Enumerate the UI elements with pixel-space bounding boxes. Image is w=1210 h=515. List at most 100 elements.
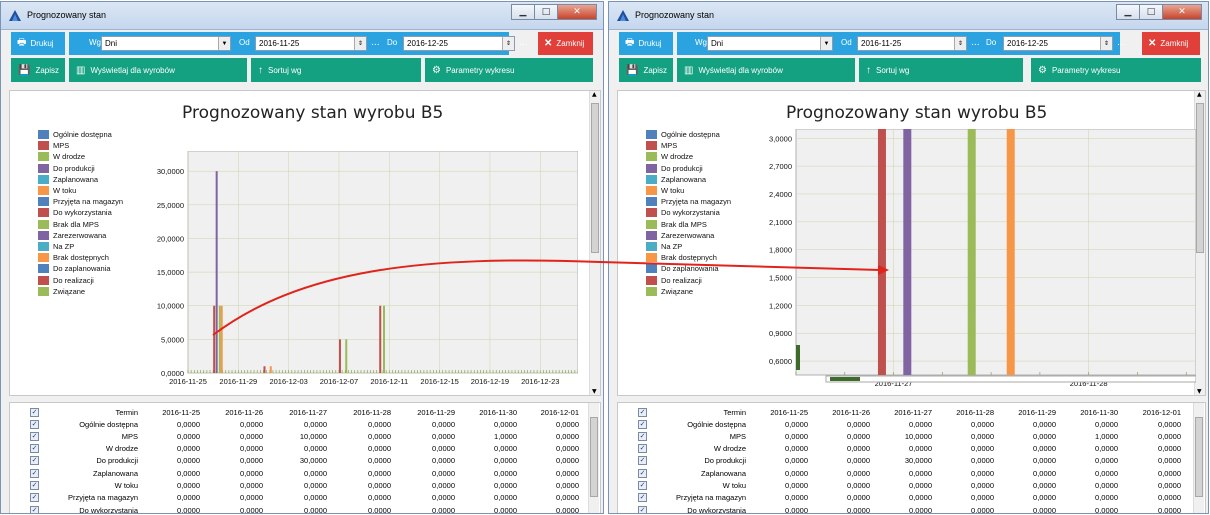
od-date-input[interactable]: 2016-11-25 ⇕ [255, 36, 367, 51]
x-tick-label: 2016-12-15 [420, 377, 458, 386]
do-browse-button[interactable]: ... [1117, 38, 1126, 48]
bar [213, 305, 216, 373]
table-cell: 0,0000 [785, 468, 808, 478]
table-cell: 0,0000 [304, 444, 327, 454]
table-row: ✓ Zaplanowana 0,0000 0,0000 0,0000 0,0000 0,00… [618, 467, 1192, 479]
scrollbar-thumb[interactable] [1195, 417, 1203, 497]
table-cell: 0,0000 [368, 468, 391, 478]
close-button[interactable]: ✕ Zamknij [538, 32, 593, 55]
table-row: ✓ W drodze 0,0000 0,0000 0,0000 0,0000 0,0000 0… [618, 443, 1192, 455]
spinner-icon[interactable]: ⇕ [954, 37, 966, 50]
close-window-button[interactable]: ✕ [557, 4, 597, 20]
header-checkbox[interactable]: ✓ [638, 407, 647, 417]
show-products-button[interactable]: ▥ Wyświetlaj dla wyrobów [69, 58, 247, 82]
minimize-button[interactable]: ▁ [511, 4, 535, 20]
table-cell: 0,0000 [556, 431, 579, 441]
save-button[interactable]: 💾 Zapisz [11, 58, 65, 82]
table-row: ✓ Przyjęta na magazyn 0,0000 0,0000 0,0000 0,… [10, 492, 587, 504]
legend-item: Zaplanowana [646, 174, 731, 185]
od-browse-button[interactable]: ... [971, 38, 980, 48]
table-cell: 0,0000 [304, 493, 327, 503]
save-label: Zapisz [643, 65, 668, 75]
wg-select[interactable]: Dni ▼ [101, 36, 231, 51]
table-cell: 0,0000 [1033, 444, 1056, 454]
legend-swatch [646, 152, 657, 162]
table-cell: 0,0000 [368, 456, 391, 466]
hscroll-thumb[interactable] [830, 377, 860, 381]
close-icon: ✕ [1148, 38, 1157, 49]
print-button[interactable]: 🖶 Drukuj [619, 32, 673, 55]
sort-button[interactable]: ↑ Sortuj wg [859, 58, 1023, 82]
maximize-button[interactable]: □ [534, 4, 558, 20]
x-tick-label: 2016-12-03 [269, 377, 307, 386]
od-date-input[interactable]: 2016-11-25 ⇕ [857, 36, 967, 51]
scroll-down-icon[interactable]: ▼ [1197, 388, 1202, 395]
table-cell: 0,0000 [556, 444, 579, 454]
table-scrollbar[interactable] [588, 403, 599, 513]
table-cell: 0,0000 [1158, 444, 1181, 454]
header-checkbox[interactable]: ✓ [30, 407, 39, 417]
chart-scrollbar[interactable]: ▲ ▼ [589, 91, 600, 395]
table-cell: 0,0000 [1033, 493, 1056, 503]
vscroll-thumb[interactable] [796, 345, 800, 370]
spinner-icon[interactable]: ⇕ [1100, 37, 1112, 50]
scroll-up-icon[interactable]: ▲ [592, 91, 597, 98]
table-cell: 0,0000 [971, 468, 994, 478]
close-button[interactable]: ✕ Zamknij [1142, 32, 1200, 55]
legend-swatch [646, 141, 657, 151]
spinner-icon[interactable]: ⇕ [354, 37, 366, 50]
table-cell: 0,0000 [177, 444, 200, 454]
close-label: Zamknij [556, 39, 585, 48]
do-date-input[interactable]: 2016-12-25 ⇕ [403, 36, 515, 51]
chart-params-button[interactable]: ⚙ Parametry wykresu [425, 58, 593, 82]
chart-legend: Ogólnie dostępna MPS W drodze Do produkcji Z… [38, 129, 123, 297]
chevron-down-icon[interactable]: ▼ [820, 37, 832, 50]
spinner-icon[interactable]: ⇕ [502, 37, 514, 50]
maximize-button[interactable]: □ [1139, 4, 1163, 20]
table-cell: 0,0000 [432, 481, 455, 490]
legend-item: W toku [646, 185, 731, 196]
save-button[interactable]: 💾 Zapisz [619, 58, 673, 82]
close-window-button[interactable]: ✕ [1162, 4, 1202, 20]
legend-swatch [646, 286, 657, 296]
table-cell: 0,0000 [785, 481, 808, 490]
table-cell: 0,0000 [1158, 456, 1181, 466]
app-logo-icon [9, 10, 21, 21]
chevron-down-icon[interactable]: ▼ [218, 37, 230, 50]
print-button[interactable]: 🖶 Drukuj [11, 32, 65, 55]
wg-select[interactable]: Dni ▼ [707, 36, 833, 51]
scroll-down-icon[interactable]: ▼ [592, 388, 597, 395]
column-header: 2016-11-25 [162, 407, 200, 417]
row-name: W toku [722, 481, 746, 490]
od-browse-button[interactable]: ... [371, 38, 380, 48]
legend-item: Do produkcji [38, 163, 123, 174]
table-cell: 0,0000 [1033, 481, 1056, 490]
sort-label: Sortuj wg [268, 65, 302, 75]
scroll-up-icon[interactable]: ▲ [1197, 91, 1202, 98]
column-header: 2016-11-27 [289, 407, 327, 417]
do-date-input[interactable]: 2016-12-25 ⇕ [1003, 36, 1113, 51]
scrollbar-thumb[interactable] [590, 417, 598, 497]
table-cell: 0,0000 [971, 431, 994, 441]
table-cell: 0,0000 [971, 444, 994, 454]
bar [220, 305, 223, 373]
table-cell: 0,0000 [1033, 505, 1056, 514]
show-products-button[interactable]: ▥ Wyświetlaj dla wyrobów [677, 58, 855, 82]
table-cell: 0,0000 [240, 468, 263, 478]
minimize-button[interactable]: ▁ [1116, 4, 1140, 20]
table-cell: 0,0000 [240, 431, 263, 441]
scrollbar-thumb[interactable] [591, 103, 599, 253]
do-browse-button[interactable]: ... [519, 38, 528, 48]
scrollbar-thumb[interactable] [1196, 103, 1204, 253]
sort-button[interactable]: ↑ Sortuj wg [251, 58, 421, 82]
legend-label: Zaplanowana [661, 174, 707, 184]
chart-hscroll[interactable] [825, 375, 1196, 383]
table-cell: 0,0000 [847, 468, 870, 478]
gear-icon: ⚙ [1038, 64, 1047, 76]
legend-item: Brak dostępnych [646, 252, 731, 263]
table-scrollbar[interactable] [1193, 403, 1204, 513]
window-title: Prognozowany stan [635, 10, 715, 20]
chart-title: Prognozowany stan wyrobu B5 [182, 103, 444, 123]
chart-params-button[interactable]: ⚙ Parametry wykresu [1031, 58, 1201, 82]
y-tick-label: 2,1000 [769, 218, 792, 227]
